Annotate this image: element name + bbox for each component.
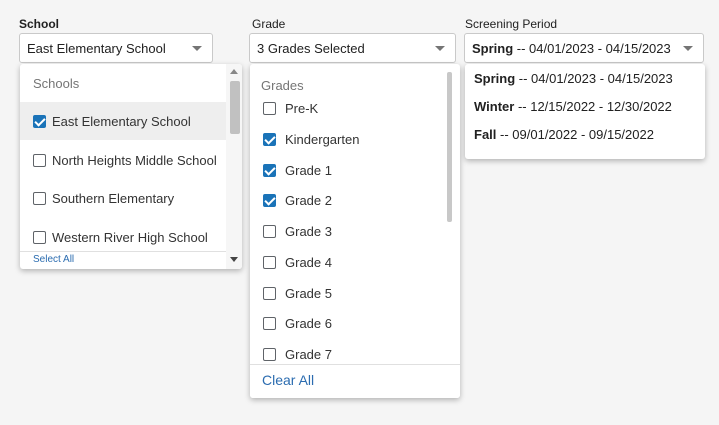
- checkbox[interactable]: [263, 286, 276, 300]
- school-option[interactable]: Southern Elementary: [20, 179, 242, 217]
- scrollbar-thumb[interactable]: [447, 72, 452, 222]
- period-option[interactable]: Winter -- 12/15/2022 - 12/30/2022: [474, 99, 672, 114]
- divider: [20, 251, 226, 252]
- screening-period-dropdown: Spring -- 04/01/2023 - 04/15/2023 Winter…: [465, 64, 705, 159]
- grade-label: Grade: [252, 17, 286, 31]
- chevron-down-icon: [192, 46, 202, 51]
- period-range: -- 09/01/2022 - 09/15/2022: [496, 127, 654, 142]
- checkbox[interactable]: [263, 101, 276, 115]
- grade-option-label: Grade 3: [285, 223, 332, 239]
- checkbox[interactable]: [263, 163, 276, 177]
- school-dropdown: Schools East Elementary School North Hei…: [20, 64, 242, 269]
- grade-option[interactable]: Grade 5: [250, 281, 460, 305]
- school-select[interactable]: East Elementary School: [19, 33, 213, 63]
- grade-option[interactable]: Grade 4: [250, 250, 460, 274]
- grade-select[interactable]: 3 Grades Selected: [249, 33, 456, 63]
- screening-period-label: Screening Period: [465, 17, 558, 31]
- school-option-label: East Elementary School: [52, 113, 191, 129]
- grade-option[interactable]: Grade 3: [250, 219, 460, 243]
- school-scrollbar[interactable]: [226, 64, 242, 269]
- school-option[interactable]: East Elementary School: [20, 102, 242, 140]
- school-label: School: [19, 17, 60, 31]
- selected-season: Spring: [472, 40, 514, 56]
- grade-option-label: Kindergarten: [285, 131, 360, 147]
- scroll-down-icon[interactable]: [230, 257, 238, 262]
- checkbox[interactable]: [263, 132, 276, 146]
- period-season: Winter: [474, 99, 515, 114]
- checkbox[interactable]: [263, 347, 276, 361]
- screening-period-select-value: Spring -- 04/01/2023 - 04/15/2023: [472, 41, 671, 56]
- period-option[interactable]: Spring -- 04/01/2023 - 04/15/2023: [474, 71, 673, 86]
- grade-option[interactable]: Pre-K: [250, 96, 460, 120]
- period-range: -- 04/01/2023 - 04/15/2023: [515, 71, 673, 86]
- period-season: Fall: [474, 127, 497, 142]
- scroll-up-icon[interactable]: [230, 69, 238, 74]
- school-option-label: Western River High School: [52, 229, 208, 245]
- grade-dropdown: Grades Pre-K Kindergarten Grade 1 Grade …: [250, 64, 460, 398]
- checkbox[interactable]: [33, 114, 46, 128]
- grade-option[interactable]: Grade 7: [250, 342, 460, 366]
- checkbox[interactable]: [33, 191, 46, 205]
- grade-option[interactable]: Grade 6: [250, 311, 460, 335]
- checkbox[interactable]: [263, 224, 276, 238]
- checkbox[interactable]: [33, 230, 46, 244]
- clear-all-link[interactable]: Clear All: [262, 372, 314, 388]
- checkbox[interactable]: [263, 255, 276, 269]
- checkbox[interactable]: [33, 153, 46, 167]
- grade-option-label: Grade 4: [285, 254, 332, 270]
- grade-option-label: Pre-K: [285, 100, 319, 116]
- checkbox[interactable]: [263, 316, 276, 330]
- chevron-down-icon: [683, 46, 693, 51]
- grade-select-value: 3 Grades Selected: [257, 40, 365, 56]
- selected-range: -- 04/01/2023 - 04/15/2023: [513, 40, 671, 56]
- chevron-down-icon: [435, 46, 445, 51]
- grade-option-label: Grade 1: [285, 162, 332, 178]
- period-option[interactable]: Fall -- 09/01/2022 - 09/15/2022: [474, 127, 654, 142]
- school-option-label: Southern Elementary: [52, 190, 175, 206]
- select-all-link[interactable]: Select All: [33, 254, 74, 265]
- screening-period-select[interactable]: Spring -- 04/01/2023 - 04/15/2023: [464, 33, 704, 63]
- grade-dropdown-footer: Clear All: [250, 364, 460, 398]
- scrollbar-thumb[interactable]: [230, 81, 240, 134]
- grade-option-label: Grade 2: [285, 192, 332, 208]
- grade-option[interactable]: Kindergarten: [250, 127, 460, 151]
- grade-option-label: Grade 7: [285, 346, 332, 362]
- schools-header: Schools: [33, 76, 80, 91]
- checkbox[interactable]: [263, 193, 276, 207]
- grades-header: Grades: [261, 78, 304, 93]
- grade-option-label: Grade 6: [285, 315, 332, 331]
- school-select-value: East Elementary School: [27, 40, 166, 56]
- school-option[interactable]: North Heights Middle School: [20, 141, 242, 179]
- school-option-label: North Heights Middle School: [52, 152, 217, 168]
- grade-option[interactable]: Grade 2: [250, 188, 460, 212]
- period-season: Spring: [474, 71, 516, 86]
- grade-option[interactable]: Grade 1: [250, 158, 460, 182]
- grade-option-label: Grade 5: [285, 285, 332, 301]
- period-range: -- 12/15/2022 - 12/30/2022: [514, 99, 672, 114]
